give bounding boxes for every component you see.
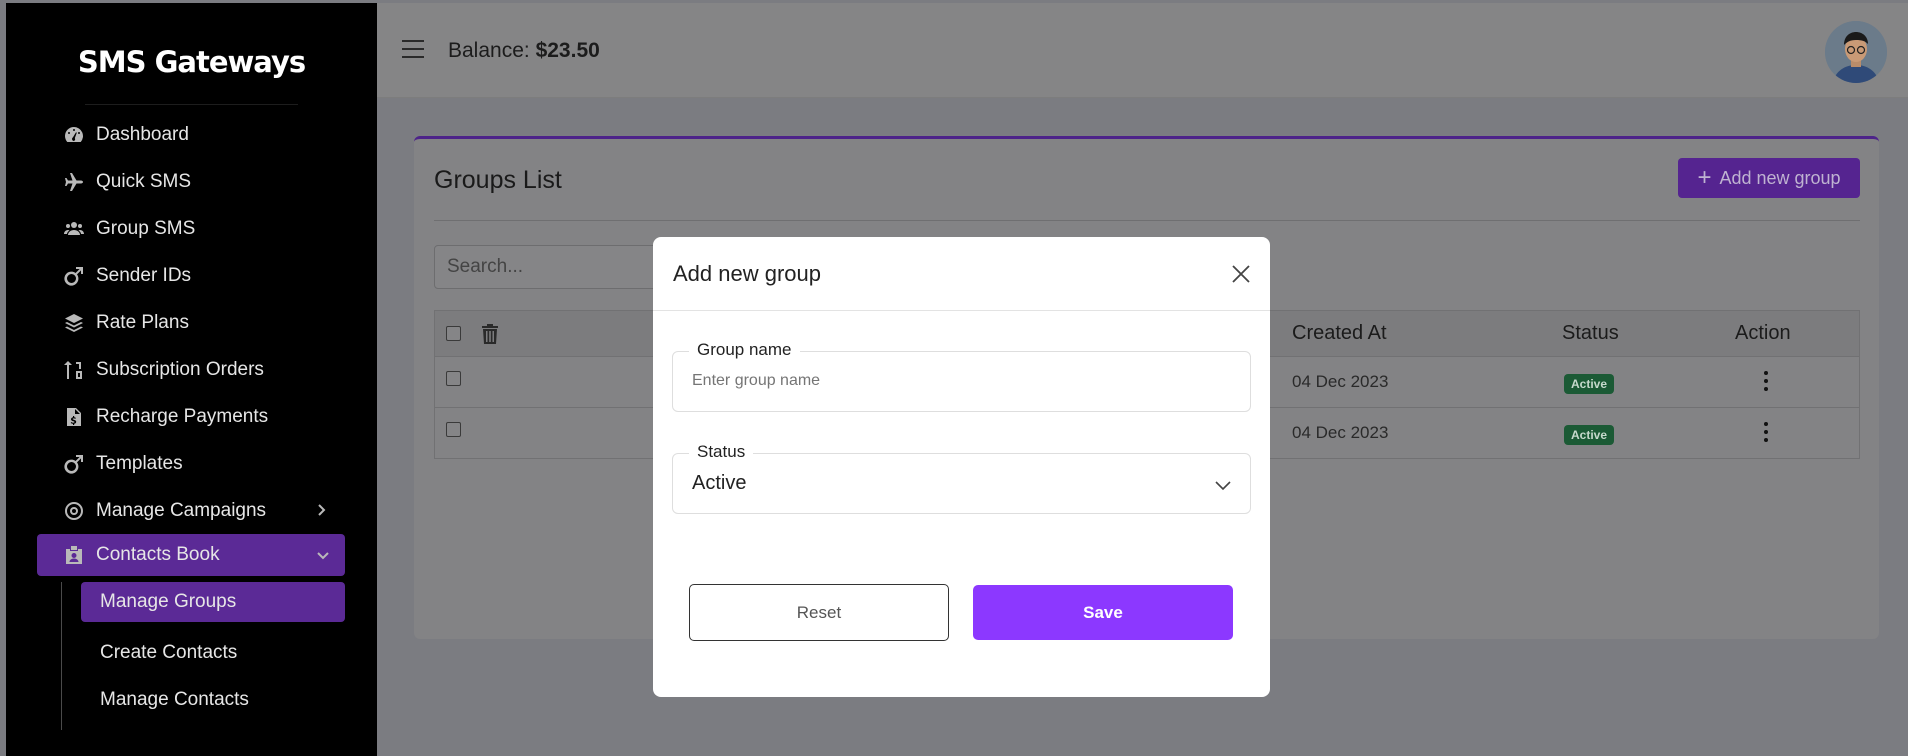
sidebar-item-label: Subscription Orders: [96, 358, 264, 380]
layers-icon: [62, 311, 86, 335]
bullseye-icon: [62, 499, 86, 523]
balance-display: Balance: $23.50: [448, 39, 600, 63]
reset-button[interactable]: Reset: [689, 584, 949, 641]
group-name-field: Group name: [672, 340, 1251, 412]
sidebar: SMS Gateways Dashboard Quick SMS Group S…: [6, 3, 377, 756]
mars-icon: [62, 452, 86, 476]
status-badge: Active: [1564, 374, 1615, 394]
dashboard-icon: [62, 123, 86, 147]
chevron-right-icon: [313, 502, 329, 518]
sidebar-item-sender-ids[interactable]: Sender IDs: [6, 252, 377, 299]
sidebar-item-label: Sender IDs: [96, 264, 192, 286]
row-created: 04 Dec 2023: [1292, 423, 1389, 442]
sidebar-item-label: Recharge Payments: [96, 405, 269, 427]
sidebar-item-label: Quick SMS: [96, 170, 192, 192]
save-button[interactable]: Save: [973, 585, 1233, 640]
sort-icon: [62, 358, 86, 382]
brand-title: SMS Gateways: [77, 45, 306, 79]
row-checkbox[interactable]: [446, 371, 461, 386]
contacts-book-submenu: Manage Groups Create Contacts Manage Con…: [6, 582, 377, 730]
sidebar-item-contacts-book[interactable]: Contacts Book: [37, 534, 345, 576]
invoice-icon: [62, 405, 86, 429]
add-group-label: Add new group: [1719, 167, 1841, 188]
sidebar-item-label: Contacts Book: [96, 544, 220, 565]
more-vertical-icon[interactable]: [1764, 422, 1768, 446]
submenu-item-manage-groups[interactable]: Manage Groups: [81, 582, 345, 622]
status-badge: Active: [1564, 425, 1615, 445]
sidebar-item-group-sms[interactable]: Group SMS: [6, 205, 377, 252]
sidebar-item-recharge-payments[interactable]: Recharge Payments: [6, 393, 377, 440]
chevron-down-icon: [315, 547, 331, 563]
sidebar-item-subscription-orders[interactable]: Subscription Orders: [6, 346, 377, 393]
status-label: Status: [689, 442, 754, 462]
add-group-modal: Add new group Group name Status Active R…: [653, 237, 1270, 697]
users-icon: [62, 217, 86, 241]
more-vertical-icon[interactable]: [1764, 371, 1768, 395]
divider: [434, 220, 1860, 221]
balance-value: $23.50: [535, 39, 600, 62]
column-header-created: Created At: [1292, 322, 1387, 344]
sidebar-item-quick-sms[interactable]: Quick SMS: [6, 158, 377, 205]
divider: [85, 104, 298, 105]
page-title: Groups List: [434, 166, 562, 194]
modal-header: Add new group: [653, 237, 1270, 311]
avatar[interactable]: [1825, 21, 1887, 83]
plane-icon: [62, 170, 86, 194]
menu-toggle-icon[interactable]: [402, 40, 424, 58]
sidebar-item-manage-campaigns[interactable]: Manage Campaigns: [6, 487, 377, 534]
id-badge-icon: [62, 543, 86, 567]
search-input[interactable]: Search...: [434, 245, 664, 289]
mars-icon: [62, 264, 86, 288]
topbar: Balance: $23.50: [377, 3, 1908, 98]
group-name-input[interactable]: [692, 372, 1234, 390]
status-value: Active: [692, 472, 747, 494]
column-header-action: Action: [1735, 322, 1791, 344]
sidebar-item-label: Templates: [96, 452, 183, 474]
status-select[interactable]: Status Active: [672, 442, 1251, 514]
plus-icon: +: [1697, 164, 1712, 191]
sidebar-nav: Dashboard Quick SMS Group SMS Sender IDs…: [6, 111, 377, 576]
column-header-status: Status: [1562, 322, 1619, 344]
select-all-checkbox[interactable]: [446, 326, 461, 341]
trash-icon[interactable]: [481, 323, 499, 345]
group-name-label: Group name: [689, 340, 800, 360]
sidebar-item-templates[interactable]: Templates: [6, 440, 377, 487]
submenu-line: [61, 582, 62, 730]
row-created: 04 Dec 2023: [1292, 372, 1389, 391]
balance-label: Balance:: [448, 39, 530, 62]
sidebar-item-label: Dashboard: [96, 123, 189, 145]
row-checkbox[interactable]: [446, 422, 461, 437]
close-icon[interactable]: [1230, 263, 1252, 285]
sidebar-item-dashboard[interactable]: Dashboard: [6, 111, 377, 158]
sidebar-item-label: Rate Plans: [96, 311, 189, 333]
modal-title: Add new group: [673, 261, 821, 286]
sidebar-item-label: Manage Campaigns: [96, 499, 267, 521]
sidebar-item-rate-plans[interactable]: Rate Plans: [6, 299, 377, 346]
sidebar-item-label: Group SMS: [96, 217, 196, 239]
chevron-down-icon: [1215, 481, 1231, 491]
add-group-button[interactable]: + Add new group: [1678, 158, 1860, 198]
